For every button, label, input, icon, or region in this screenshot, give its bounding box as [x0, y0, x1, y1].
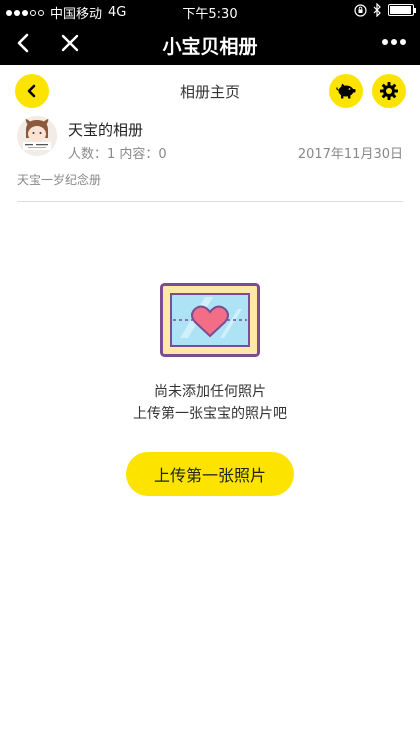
nav-close-button[interactable] [55, 28, 85, 58]
upload-first-photo-button[interactable]: 上传第一张照片 [126, 452, 294, 496]
album-cover-avatar[interactable] [17, 116, 57, 156]
rotation-lock-icon [354, 3, 367, 17]
empty-message-line2: 上传第一张宝宝的照片吧 [133, 406, 287, 422]
status-bar: 中国移动 4G 下午5:30 [0, 0, 420, 22]
piggy-bank-icon [336, 83, 356, 99]
more-dots-icon[interactable] [382, 39, 406, 45]
gear-icon [380, 82, 398, 100]
album-description: 天宝一岁纪念册 [17, 173, 102, 187]
piggy-bank-button[interactable] [329, 74, 363, 108]
nav-back-button[interactable] [8, 28, 38, 58]
page-header: 相册主页 [0, 65, 420, 115]
heart-frame-icon [160, 283, 260, 357]
album-cover-image [17, 116, 57, 156]
album-name: 天宝的相册 [68, 121, 144, 139]
battery-icon [388, 4, 416, 16]
album-date: 2017年11月30日 [297, 147, 403, 162]
back-arrow-icon [17, 33, 29, 53]
settings-button[interactable] [372, 74, 406, 108]
battery-level [390, 6, 411, 14]
nav-bar: 小宝贝相册 [0, 22, 420, 65]
status-right [354, 3, 416, 17]
divider [17, 201, 403, 202]
close-icon [61, 34, 79, 52]
album-stats: 人数：1 内容：0 [68, 147, 167, 162]
bluetooth-icon [373, 3, 381, 17]
empty-message-line1: 尚未添加任何照片 [154, 384, 266, 400]
